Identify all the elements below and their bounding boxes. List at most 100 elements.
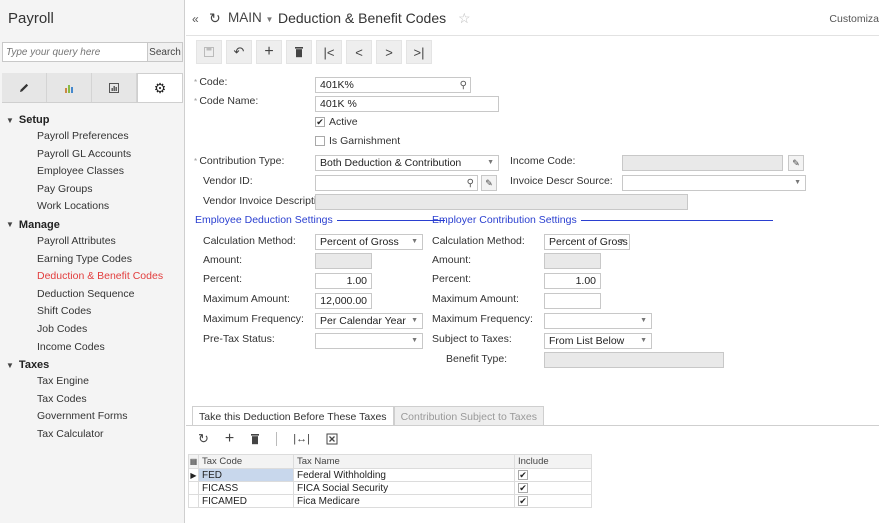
contribution-type-label: Contribution Type:: [194, 155, 284, 167]
sidebar-item[interactable]: Job Codes: [0, 321, 185, 339]
search-icon[interactable]: ⚲: [460, 79, 467, 92]
sidebar-item[interactable]: Deduction Sequence: [0, 286, 185, 304]
cell-tax-name[interactable]: Federal Withholding: [293, 468, 515, 482]
table-row[interactable]: FICAMED Fica Medicare ✔: [188, 494, 592, 508]
income-code-edit-button[interactable]: ✎: [788, 155, 804, 171]
subject-to-taxes-select[interactable]: From List Below ▼: [544, 333, 652, 349]
chevron-down-icon: ▼: [794, 179, 801, 186]
tab-edit[interactable]: [2, 73, 47, 102]
row-marker: [188, 494, 199, 508]
tab-deduction-before-taxes[interactable]: Take this Deduction Before These Taxes: [192, 406, 394, 426]
next-button[interactable]: >: [376, 40, 402, 64]
cell-include[interactable]: ✔: [514, 468, 592, 482]
collapse-icon[interactable]: «: [192, 12, 199, 26]
cell-tax-code[interactable]: FICAMED: [198, 494, 294, 508]
sidebar-item[interactable]: Tax Codes: [0, 391, 185, 409]
emp-percent-field[interactable]: 1.00: [315, 273, 372, 289]
code-name-value: 401K %: [320, 98, 357, 110]
sidebar-item[interactable]: Deduction & Benefit Codes: [0, 268, 185, 286]
delete-button[interactable]: [286, 40, 312, 64]
invoice-descr-source-select[interactable]: ▼: [622, 175, 806, 191]
sidebar-item[interactable]: Tax Calculator: [0, 426, 185, 444]
search-button[interactable]: Search: [147, 43, 182, 61]
customize-link[interactable]: Customiza: [829, 13, 879, 25]
fit-columns-icon[interactable]: |↔|: [293, 433, 310, 445]
prev-button[interactable]: <: [346, 40, 372, 64]
tab-analytics[interactable]: [47, 73, 92, 102]
active-checkbox[interactable]: ✔ Active: [315, 116, 358, 128]
vendor-invoice-desc-field[interactable]: [315, 194, 688, 210]
grid-settings-icon[interactable]: ▦: [188, 454, 199, 469]
sidebar-item[interactable]: Payroll Preferences: [0, 128, 185, 146]
table-row[interactable]: FICASS FICA Social Security ✔: [188, 481, 592, 495]
income-code-field[interactable]: [622, 155, 783, 171]
subject-to-taxes-label: Subject to Taxes:: [432, 333, 512, 345]
code-name-field[interactable]: 401K %: [315, 96, 499, 112]
benefit-type-field[interactable]: [544, 352, 724, 368]
cell-tax-name[interactable]: FICA Social Security: [293, 481, 515, 495]
refresh-icon[interactable]: ↻: [209, 10, 221, 27]
sidebar-item[interactable]: Payroll GL Accounts: [0, 146, 185, 164]
sidebar-section-2[interactable]: ▼ Taxes: [0, 357, 185, 373]
plus-icon[interactable]: +: [225, 430, 234, 448]
pretax-status-select[interactable]: ▼: [315, 333, 423, 349]
col-include[interactable]: Include: [514, 454, 592, 469]
employee-group-header: Employee Deduction Settings: [195, 214, 445, 226]
cell-tax-code[interactable]: FED: [198, 468, 294, 482]
star-icon[interactable]: ☆: [458, 10, 471, 27]
chevron-down-icon: ▼: [6, 220, 14, 230]
table-row[interactable]: ▶ FED Federal Withholding ✔: [188, 468, 592, 482]
save-button[interactable]: [196, 40, 222, 64]
vendor-id-edit-button[interactable]: ✎: [481, 175, 497, 191]
first-button[interactable]: |<: [316, 40, 342, 64]
tab-reports[interactable]: [92, 73, 137, 102]
tab-settings[interactable]: ⚙: [137, 73, 183, 102]
er-amount-field[interactable]: [544, 253, 601, 269]
sidebar-item[interactable]: Payroll Attributes: [0, 233, 185, 251]
sidebar-section-1[interactable]: ▼ Manage: [0, 217, 185, 233]
sidebar-item[interactable]: Tax Engine: [0, 373, 185, 391]
emp-max-freq-select[interactable]: Per Calendar Year ▼: [315, 313, 423, 329]
er-max-amount-field[interactable]: [544, 293, 601, 309]
cell-tax-name[interactable]: Fica Medicare: [293, 494, 515, 508]
sidebar-item[interactable]: Shift Codes: [0, 303, 185, 321]
pencil-icon: ✎: [792, 157, 800, 168]
refresh-icon[interactable]: ↻: [198, 431, 209, 447]
sidebar-item[interactable]: Work Locations: [0, 198, 185, 216]
cell-include[interactable]: ✔: [514, 494, 592, 508]
sidebar-item[interactable]: Government Forms: [0, 408, 185, 426]
cell-include[interactable]: ✔: [514, 481, 592, 495]
pretax-status-label: Pre-Tax Status:: [203, 333, 275, 345]
tab-contribution-subject-to-taxes[interactable]: Contribution Subject to Taxes: [393, 406, 544, 426]
is-garnishment-checkbox[interactable]: Is Garnishment: [315, 135, 400, 147]
cell-tax-code[interactable]: FICASS: [198, 481, 294, 495]
sidebar-item[interactable]: Employee Classes: [0, 163, 185, 181]
contribution-type-select[interactable]: Both Deduction & Contribution ▼: [315, 155, 499, 171]
emp-amount-field[interactable]: [315, 253, 372, 269]
er-calc-method-select[interactable]: Percent of Gross ▼: [544, 234, 630, 250]
sidebar-section-0[interactable]: ▼ Setup: [0, 112, 185, 128]
export-excel-icon[interactable]: [326, 433, 338, 445]
col-tax-code[interactable]: Tax Code: [198, 454, 294, 469]
employer-group-header: Employer Contribution Settings: [432, 214, 773, 226]
er-max-freq-select[interactable]: ▼: [544, 313, 652, 329]
col-tax-name[interactable]: Tax Name: [293, 454, 515, 469]
sidebar-item[interactable]: Pay Groups: [0, 181, 185, 199]
sidebar-title: Payroll: [8, 10, 54, 27]
emp-calc-method-select[interactable]: Percent of Gross ▼: [315, 234, 423, 250]
vendor-id-field[interactable]: ⚲: [315, 175, 478, 191]
trash-icon[interactable]: [250, 433, 260, 445]
search-input[interactable]: [3, 43, 147, 61]
undo-button[interactable]: ↶: [226, 40, 252, 64]
er-percent-label: Percent:: [432, 273, 472, 285]
emp-max-amount-field[interactable]: 12,000.00: [315, 293, 372, 309]
search-icon[interactable]: ⚲: [467, 177, 474, 190]
sidebar-item[interactable]: Earning Type Codes: [0, 251, 185, 269]
er-percent-field[interactable]: 1.00: [544, 273, 601, 289]
code-field[interactable]: 401K% ⚲: [315, 77, 471, 93]
last-button[interactable]: >|: [406, 40, 432, 64]
add-button[interactable]: +: [256, 40, 282, 64]
screen-label: MAIN: [228, 10, 262, 25]
sidebar-item[interactable]: Income Codes: [0, 339, 185, 357]
screen-selector[interactable]: MAIN ▼: [228, 10, 273, 25]
